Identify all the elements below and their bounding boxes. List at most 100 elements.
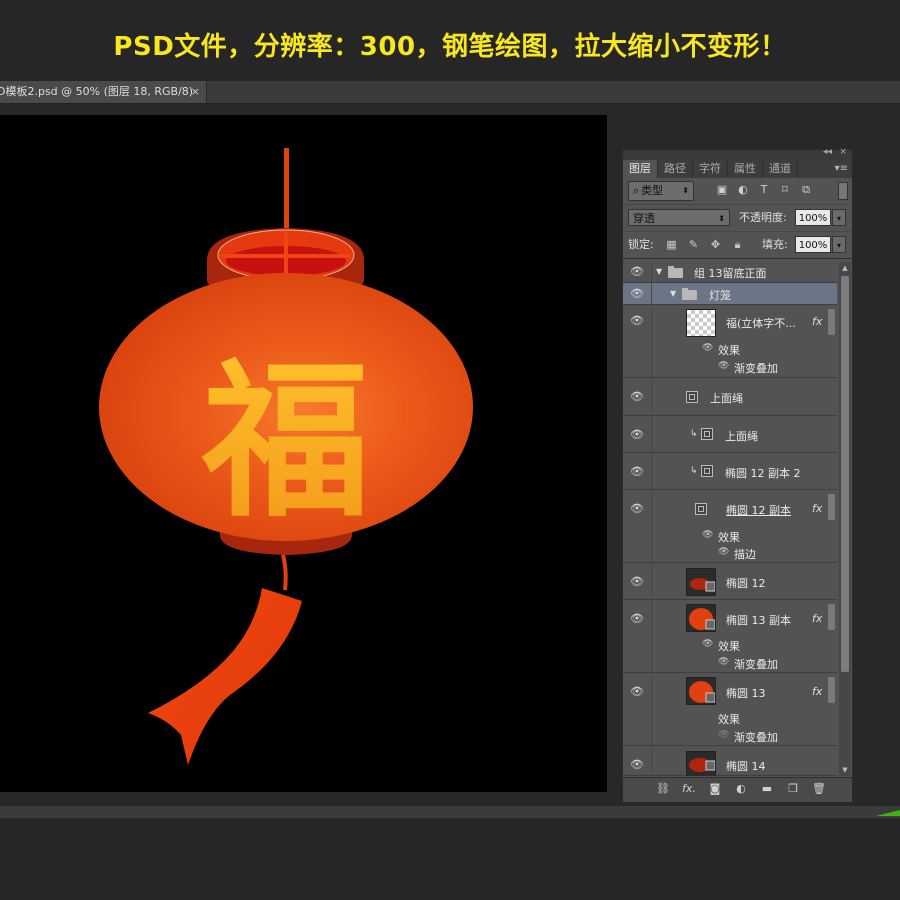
fill-dropdown-icon[interactable]: ▾ — [832, 236, 846, 253]
layer-row-group-13[interactable]: 👁︎ ▼ 组 13留底正面 — [623, 262, 837, 283]
lock-transparency-icon[interactable]: ▦ — [665, 238, 678, 251]
layer-thumbnail — [686, 604, 716, 632]
smart-object-filter-icon[interactable]: ⧉ — [799, 183, 813, 197]
opacity-field[interactable]: 100% — [795, 209, 831, 226]
shape-filter-icon[interactable]: ⌑ — [778, 183, 792, 197]
scrollbar-thumb[interactable] — [841, 276, 849, 672]
layer-row-ellipse-14[interactable]: 👁︎ 椭圆 14 — [623, 746, 837, 776]
effect-name: 描边 — [734, 548, 756, 561]
layer-name: 椭圆 12 — [726, 577, 766, 590]
eye-icon[interactable]: 👁︎ — [718, 657, 729, 667]
document-tab-title: D模板2.psd @ 50% (图层 18, RGB/8) — [0, 85, 194, 98]
vector-mask-icon — [695, 503, 707, 515]
fx-icon[interactable]: fx — [812, 315, 822, 328]
expand-triangle-icon[interactable]: ▼ — [670, 289, 676, 298]
document-tab[interactable]: D模板2.psd @ 50% (图层 18, RGB/8) × — [0, 81, 207, 103]
eye-icon[interactable]: 👁︎ — [630, 576, 644, 588]
new-group-icon[interactable]: ▬ — [759, 782, 775, 796]
eye-icon[interactable]: 👁︎ — [630, 613, 644, 625]
fx-icon[interactable]: fx — [812, 612, 822, 625]
tab-character[interactable]: 字符 — [693, 160, 728, 178]
layer-row-fu[interactable]: 👁︎ 福(立体字不... fx 👁︎ 效果 👁︎ 渐变叠加 — [623, 305, 837, 378]
lock-row: 锁定: ▦ ✎ ✥ 🔒︎ 填充: 100% ▾ — [623, 232, 852, 259]
layer-row-top-rope-1[interactable]: 👁︎ 上面绳 — [623, 378, 837, 416]
tab-layers[interactable]: 图层 — [623, 160, 658, 178]
lock-icons: ▦ ✎ ✥ 🔒︎ — [665, 238, 744, 251]
layer-row-ellipse-12-copy[interactable]: 👁︎ 椭圆 12 副本 fx 👁︎ 效果 👁︎ 描边 — [623, 490, 837, 563]
eye-icon[interactable]: 👁︎ — [702, 343, 713, 353]
mask-icon[interactable]: ◙ — [707, 782, 723, 796]
layer-name: 福(立体字不... — [726, 317, 796, 330]
lock-label: 锁定: — [628, 238, 654, 251]
filter-kind-select[interactable]: ⌕ 类型 ⬍ — [628, 181, 694, 201]
eye-icon[interactable]: 👁︎ — [718, 547, 729, 557]
layer-filter-row: ⌕ 类型 ⬍ ▣ ◐ T ⌑ ⧉ — [623, 178, 852, 205]
eye-icon[interactable]: 👁︎ — [702, 639, 713, 649]
eye-icon[interactable]: 👁︎ — [702, 530, 713, 540]
scroll-up-icon[interactable]: ▲ — [839, 262, 851, 274]
clipping-arrow-icon: ↳ — [690, 466, 698, 476]
fx-icon[interactable]: fx. — [681, 782, 697, 796]
new-layer-icon[interactable]: ❐ — [785, 782, 801, 796]
layer-row-ellipse-12[interactable]: 👁︎ 椭圆 12 — [623, 563, 837, 600]
panel-title-strip: ◂◂ × — [623, 147, 852, 160]
tab-channels[interactable]: 通道 — [763, 160, 798, 178]
filter-toggle[interactable] — [838, 182, 848, 200]
eye-icon[interactable]: 👁︎ — [630, 266, 644, 278]
layer-row-ellipse-12-copy-2[interactable]: 👁︎ ↳ 椭圆 12 副本 2 — [623, 453, 837, 490]
fx-icon[interactable]: fx — [812, 502, 822, 515]
layers-scrollbar[interactable]: ▲ ▼ — [839, 262, 851, 776]
fx-icon[interactable]: fx — [812, 685, 822, 698]
eye-icon[interactable]: 👁︎ — [630, 503, 644, 515]
layer-thumbnail — [686, 568, 716, 596]
effect-name: 渐变叠加 — [734, 658, 778, 671]
eye-icon[interactable]: 👁︎ — [630, 429, 644, 441]
effects-label: 效果 — [718, 344, 740, 357]
type-filter-icon[interactable]: T — [757, 183, 771, 197]
eye-icon[interactable]: 👁︎ — [630, 686, 644, 698]
panel-tabs: 图层 路径 字符 属性 通道 ▾≡ — [623, 160, 852, 178]
vector-mask-icon — [701, 428, 713, 440]
link-icon[interactable]: ⛓ — [655, 782, 671, 796]
lock-position-icon[interactable]: ✥ — [709, 238, 722, 251]
fill-field[interactable]: 100% — [795, 236, 831, 253]
lock-all-icon[interactable]: 🔒︎ — [731, 238, 744, 251]
panel-menu-icon[interactable]: ▾≡ — [835, 160, 848, 178]
eye-icon[interactable]: 👁︎ — [630, 759, 644, 771]
chevron-updown-icon: ⬍ — [718, 214, 725, 223]
expand-triangle-icon[interactable]: ▼ — [656, 267, 662, 276]
artboard[interactable]: 福 — [0, 115, 607, 792]
layers-panel: ◂◂ × 图层 路径 字符 属性 通道 ▾≡ ⌕ 类型 ⬍ ▣ ◐ T ⌑ ⧉ 穿… — [622, 147, 853, 803]
blend-mode-value: 穿透 — [633, 212, 655, 225]
opacity-dropdown-icon[interactable]: ▾ — [832, 209, 846, 226]
bottom-area — [0, 818, 900, 900]
collapse-icon[interactable]: ◂◂ — [823, 147, 832, 157]
close-icon[interactable]: × — [191, 81, 200, 103]
eye-icon[interactable]: 👁︎ — [630, 466, 644, 478]
layer-row-ellipse-13-copy[interactable]: 👁︎ 椭圆 13 副本 fx 👁︎ 效果 👁︎ 渐变叠加 — [623, 600, 837, 673]
footer-icons: ⛓ fx. ◙ ◐ ▬ ❐ 🗑︎ — [655, 782, 827, 796]
tab-properties[interactable]: 属性 — [728, 160, 763, 178]
adjustment-icon[interactable]: ◐ — [733, 782, 749, 796]
close-icon[interactable]: × — [839, 147, 847, 157]
eye-icon[interactable]: 👁︎ — [630, 315, 644, 327]
layer-row-top-rope-2[interactable]: 👁︎ ↳ 上面绳 — [623, 416, 837, 453]
blend-mode-select[interactable]: 穿透 ⬍ — [628, 209, 730, 226]
layer-row-ellipse-13[interactable]: 👁︎ 椭圆 13 fx 效果 👁︎ 渐变叠加 — [623, 673, 837, 746]
eye-icon[interactable]: 👁︎ — [630, 391, 644, 403]
adjustment-filter-icon[interactable]: ◐ — [736, 183, 750, 197]
scroll-down-icon[interactable]: ▼ — [839, 764, 851, 776]
eye-icon[interactable]: 👁︎ — [718, 361, 729, 371]
blend-row: 穿透 ⬍ 不透明度: 100% ▾ — [623, 205, 852, 232]
document-tab-bar: D模板2.psd @ 50% (图层 18, RGB/8) × — [0, 81, 900, 104]
fill-label: 填充: — [762, 238, 788, 251]
lock-pixels-icon[interactable]: ✎ — [687, 238, 700, 251]
pixel-filter-icon[interactable]: ▣ — [715, 183, 729, 197]
eye-icon[interactable]: 👁︎ — [718, 730, 729, 740]
layer-name: 上面绳 — [710, 392, 743, 405]
tab-paths[interactable]: 路径 — [658, 160, 693, 178]
corner-accent — [876, 810, 900, 816]
trash-icon[interactable]: 🗑︎ — [811, 782, 827, 796]
layer-row-lantern-group[interactable]: 👁︎ ▼ 灯笼 — [623, 283, 837, 305]
eye-icon[interactable]: 👁︎ — [630, 288, 644, 300]
